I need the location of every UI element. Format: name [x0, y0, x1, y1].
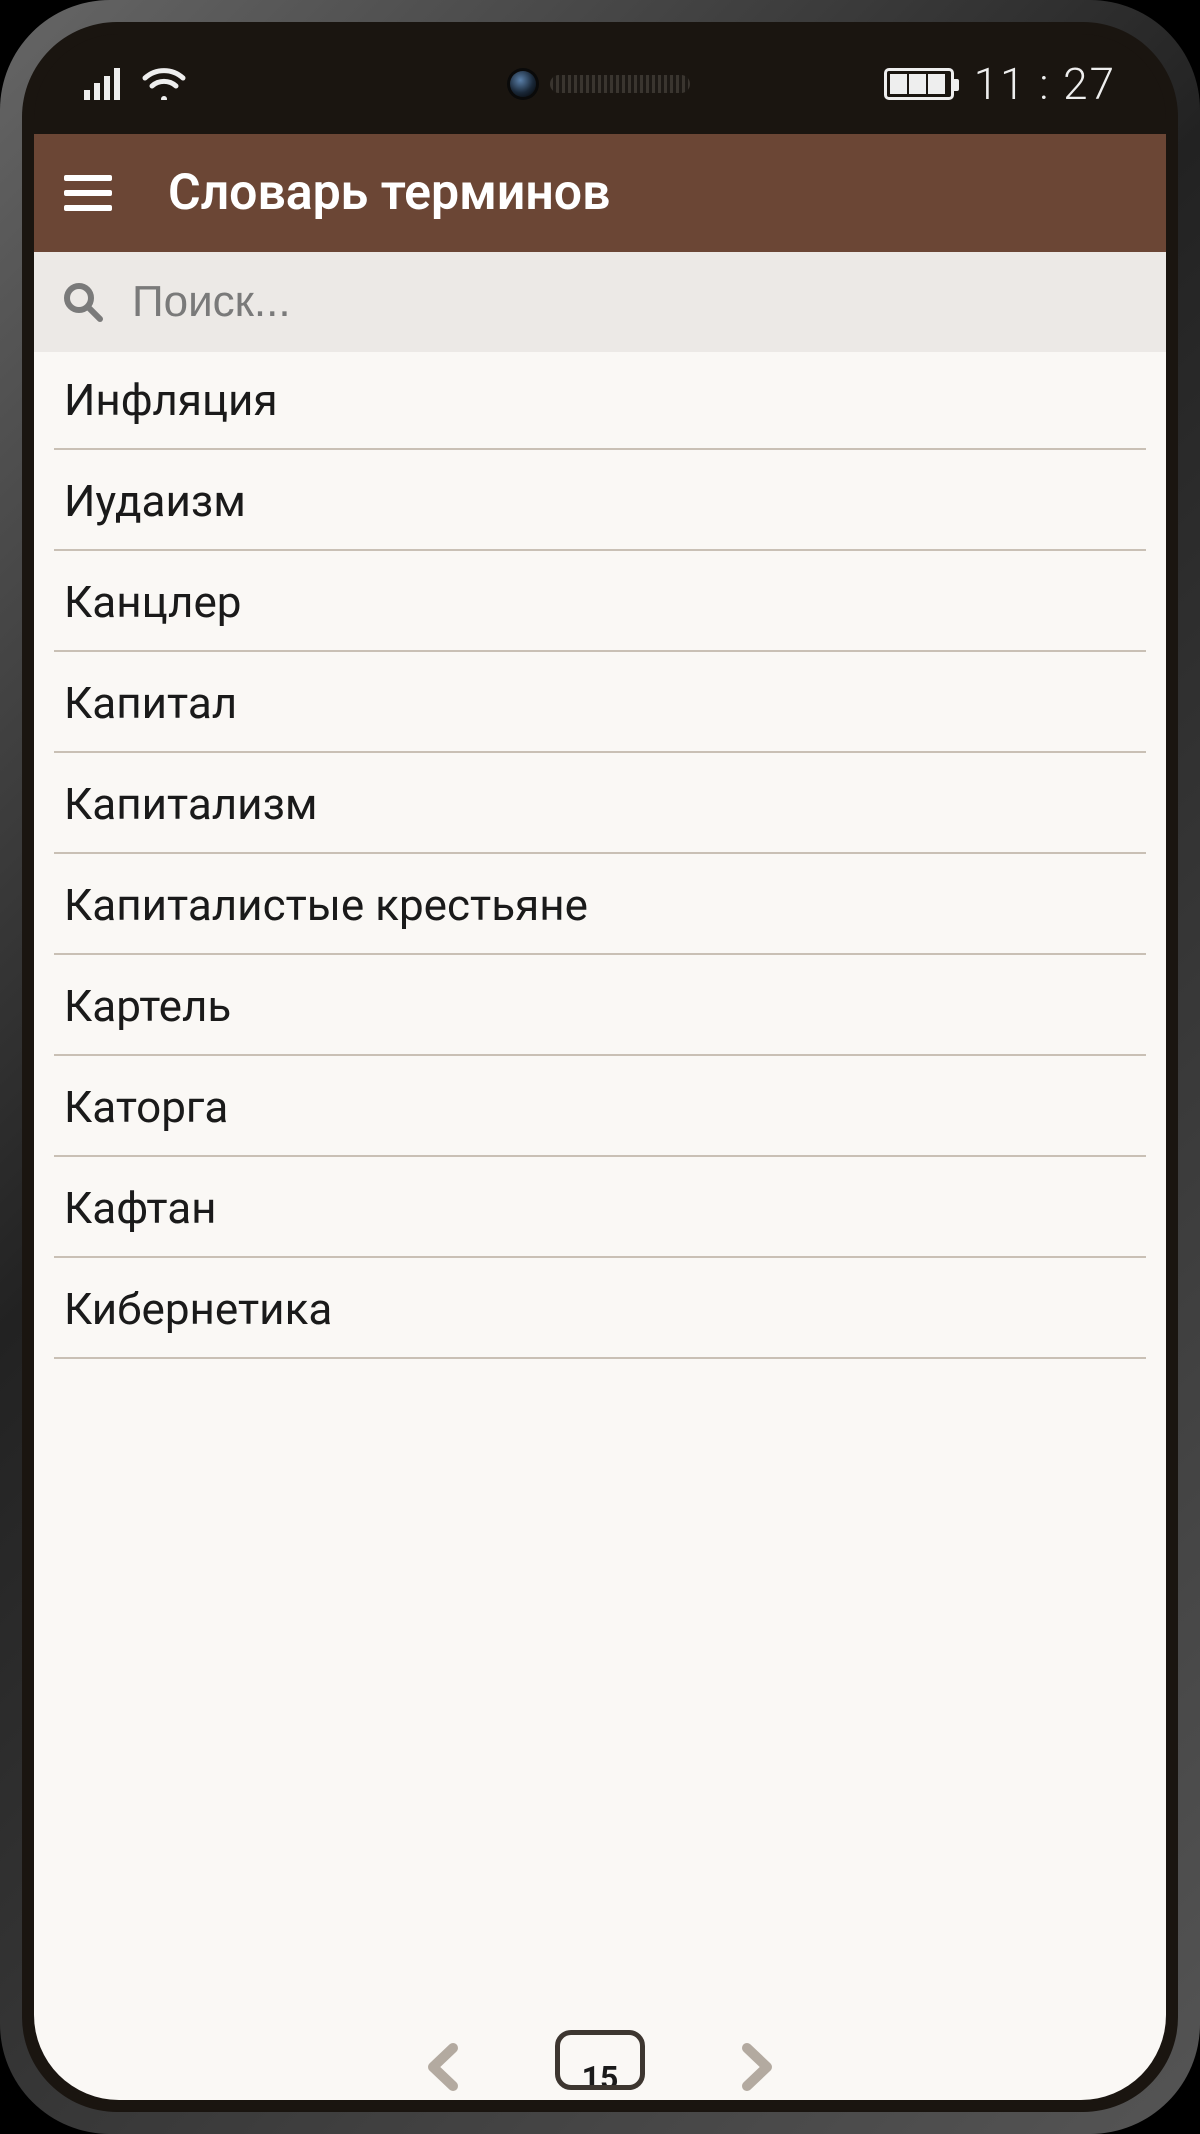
menu-button[interactable] [64, 175, 112, 211]
wifi-icon [142, 68, 186, 100]
list-item[interactable]: Канцлер [54, 551, 1146, 652]
list-item[interactable]: Каторга [54, 1056, 1146, 1157]
list-item[interactable]: Инфляция [54, 352, 1146, 450]
terms-list[interactable]: Инфляция Иудаизм Канцлер Капитал Капитал… [34, 352, 1166, 2030]
search-bar [34, 252, 1166, 352]
front-camera [510, 71, 536, 97]
page-number[interactable]: 15 [555, 2030, 645, 2090]
cellular-signal-icon [84, 68, 124, 100]
search-input[interactable] [132, 277, 1138, 327]
next-page-button[interactable] [735, 2030, 779, 2094]
list-item[interactable]: Капиталистые крестьяне [54, 854, 1146, 955]
status-bar: 11 : 27 [34, 34, 1166, 134]
page-number-value: 15 [582, 2059, 619, 2090]
clock-time: 11 : 27 [974, 58, 1116, 110]
list-item[interactable]: Капитализм [54, 753, 1146, 854]
app-header: Словарь терминов [34, 134, 1166, 252]
list-item[interactable]: Картель [54, 955, 1146, 1056]
prev-page-button[interactable] [421, 2030, 465, 2094]
list-item[interactable]: Иудаизм [54, 450, 1146, 551]
phone-frame: 11 : 27 Словарь терминов [0, 0, 1200, 2134]
search-icon [62, 281, 104, 323]
battery-icon [884, 68, 954, 100]
list-item[interactable]: Кафтан [54, 1157, 1146, 1258]
list-item[interactable]: Кибернетика [54, 1258, 1146, 1359]
pagination: 15 [34, 2030, 1166, 2100]
speaker-grille [550, 75, 690, 93]
list-item[interactable]: Капитал [54, 652, 1146, 753]
page-title: Словарь терминов [168, 164, 610, 222]
